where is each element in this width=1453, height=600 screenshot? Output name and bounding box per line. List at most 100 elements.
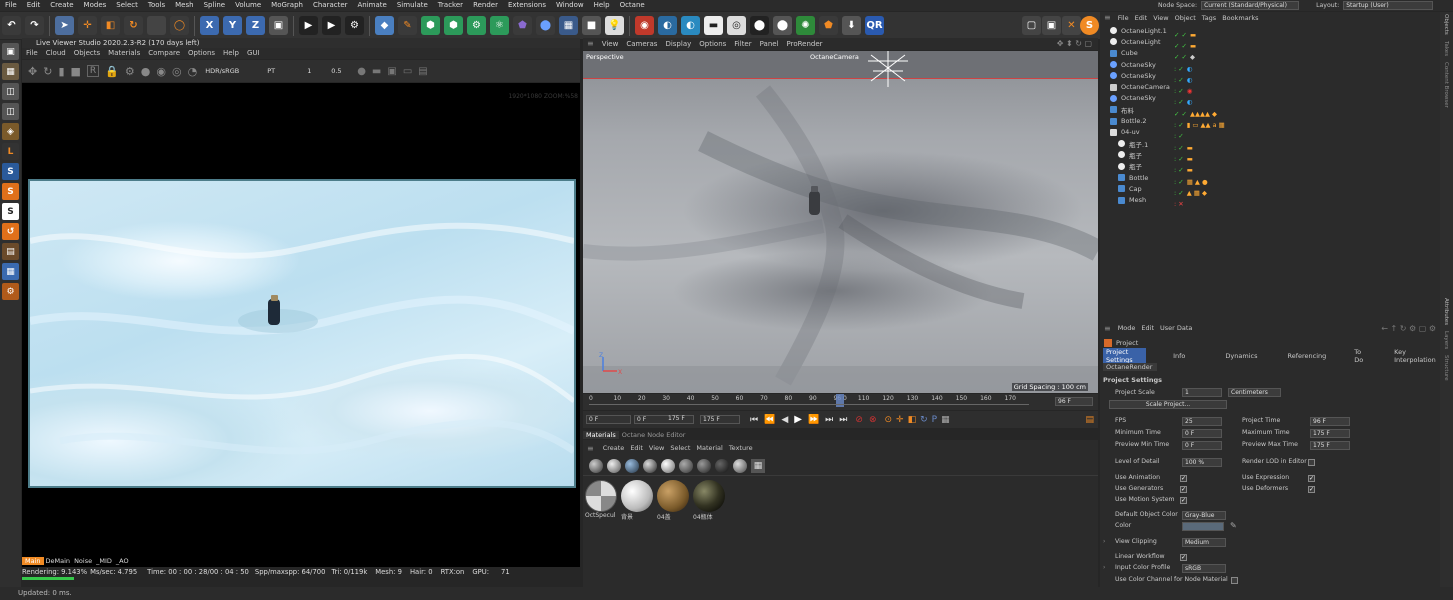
lock-icon[interactable]: 🔒: [105, 65, 119, 78]
floor-icon[interactable]: ▦: [559, 16, 578, 35]
scene-icon[interactable]: ⬤: [536, 16, 555, 35]
scale-key-icon[interactable]: ◧: [908, 415, 917, 425]
kernel-select[interactable]: PT: [265, 66, 303, 77]
tab-octane-render[interactable]: OctaneRender: [1103, 363, 1157, 371]
visibility-tags[interactable]: : ✕: [1174, 198, 1294, 209]
stack-icon[interactable]: ▤: [418, 66, 427, 77]
stop-icon[interactable]: ■: [71, 65, 81, 78]
octane-glossy-icon[interactable]: ⬤: [773, 16, 792, 35]
pass-tab-noise[interactable]: Noise: [72, 557, 94, 565]
field-icon[interactable]: ⬟: [513, 16, 532, 35]
mat-menu-create[interactable]: Create: [600, 444, 628, 452]
material-item[interactable]: OctSpecul: [585, 480, 619, 519]
octane-import-icon[interactable]: ⬇: [842, 16, 861, 35]
texture-mode-icon[interactable]: ▦: [2, 63, 19, 80]
lv-menu-options[interactable]: Options: [184, 48, 219, 59]
om-menu-file[interactable]: File: [1115, 14, 1132, 22]
render-settings-icon[interactable]: ⚙: [345, 16, 364, 35]
vp-menu-options[interactable]: Options: [695, 38, 730, 50]
lv-menu-help[interactable]: Help: [219, 48, 243, 59]
material-handle-icon[interactable]: ≡: [587, 444, 594, 453]
am-handle-icon[interactable]: ≡: [1104, 324, 1111, 333]
layout-toggle-icon[interactable]: ▢: [1022, 16, 1041, 35]
octane-blend-icon[interactable]: [715, 458, 729, 473]
vp-menu-display[interactable]: Display: [661, 38, 695, 50]
snap-s3-icon[interactable]: S: [2, 203, 19, 220]
menu-help[interactable]: Help: [589, 0, 615, 11]
menu-mesh[interactable]: Mesh: [170, 0, 198, 11]
preview-max-field[interactable]: 175 F: [1310, 441, 1350, 450]
pla-key-icon[interactable]: ▦: [941, 415, 950, 425]
editor-viewport[interactable]: Perspective OctaneCamera Z X Grid Spacin…: [583, 51, 1098, 393]
visibility-tags[interactable]: : ✓ ▮ ▭ ▲▲ a ▦: [1174, 119, 1294, 130]
menu-animate[interactable]: Animate: [353, 0, 392, 11]
picture-viewer-icon[interactable]: ▣: [1042, 16, 1061, 35]
region-render-icon[interactable]: R: [86, 65, 100, 77]
timeline-ruler[interactable]: 010203040506070809096 011012013014015016…: [583, 394, 1098, 410]
octane-targetlight-icon[interactable]: ◎: [727, 16, 746, 35]
render-picture-icon[interactable]: ▶: [322, 16, 341, 35]
menu-extensions[interactable]: Extensions: [503, 0, 551, 11]
material-item[interactable]: 04盖: [657, 480, 691, 521]
visibility-tags[interactable]: ✓ ✓ ▲▲▲▲ ◆: [1174, 108, 1294, 119]
eyedropper-icon[interactable]: ✎: [1230, 521, 1237, 530]
visibility-tags[interactable]: : ✓ ◐: [1174, 74, 1294, 85]
menu-file[interactable]: File: [0, 0, 22, 11]
lv-menu-objects[interactable]: Objects: [70, 48, 104, 59]
octane-vdb-icon[interactable]: ⬟: [819, 16, 838, 35]
mat-menu-select[interactable]: Select: [667, 444, 693, 452]
focus-pick-icon[interactable]: ◎: [172, 65, 182, 78]
om-menu-edit[interactable]: Edit: [1132, 14, 1151, 22]
tab-todo[interactable]: To Do: [1351, 348, 1371, 364]
move-icon[interactable]: ✛: [78, 16, 97, 35]
menu-edit[interactable]: Edit: [22, 0, 46, 11]
save-image-icon[interactable]: ▣: [387, 66, 396, 77]
snap-s1-icon[interactable]: S: [2, 163, 19, 180]
om-menu-tags[interactable]: Tags: [1199, 14, 1219, 22]
octane-daylight-icon[interactable]: ◐: [658, 16, 677, 35]
timeline-playhead[interactable]: [836, 394, 844, 407]
collapse-icon[interactable]: ✕: [1062, 16, 1081, 35]
redo-icon[interactable]: ↷: [25, 16, 44, 35]
pass-tab-ao[interactable]: _AO: [114, 557, 131, 565]
menu-tools[interactable]: Tools: [143, 0, 170, 11]
viewport-handle-icon[interactable]: ≡: [583, 38, 598, 50]
expand-arrow-icon[interactable]: ›: [1103, 564, 1105, 571]
rotation-key-icon[interactable]: ↻: [920, 415, 928, 425]
tab-project-settings[interactable]: Project Settings: [1103, 348, 1147, 364]
mat-menu-texture[interactable]: Texture: [726, 444, 756, 452]
visibility-tags[interactable]: : ✓: [1174, 131, 1294, 142]
color-swatch[interactable]: [1182, 522, 1224, 531]
x-axis-icon[interactable]: X: [200, 16, 219, 35]
lv-menu-compare[interactable]: Compare: [144, 48, 184, 59]
octane-toon-icon[interactable]: [679, 458, 693, 473]
cube-icon[interactable]: ◆: [375, 16, 394, 35]
octane-metal-icon[interactable]: [661, 458, 675, 473]
lv-menu-gui[interactable]: GUI: [243, 48, 264, 59]
undo-icon[interactable]: ↶: [2, 16, 21, 35]
world-coords-icon[interactable]: ▣: [269, 16, 288, 35]
goto-end-icon[interactable]: ⏭: [839, 415, 847, 425]
white-balance-icon[interactable]: ◔: [188, 65, 198, 78]
vp-menu-prorender[interactable]: ProRender: [783, 38, 827, 50]
octane-hdri-icon[interactable]: ◐: [681, 16, 700, 35]
mat-menu-view[interactable]: View: [646, 444, 667, 452]
preview-min-field[interactable]: 0 F: [1182, 441, 1222, 450]
use-animation-checkbox[interactable]: ✓: [1180, 475, 1187, 482]
viewport-nav-icons[interactable]: ✥ ⬍ ↻ ▢: [1053, 38, 1098, 50]
scale-icon[interactable]: ◧: [101, 16, 120, 35]
prev-frame-icon[interactable]: ◀: [781, 415, 788, 425]
tab-info[interactable]: Info: [1170, 352, 1188, 360]
node-space-select[interactable]: Current (Standard/Physical): [1201, 1, 1300, 10]
material-item[interactable]: 04瓶体: [693, 480, 727, 521]
rtab-objects[interactable]: Objects: [1443, 14, 1449, 35]
visibility-tags[interactable]: : ✓ ◐: [1174, 97, 1294, 108]
reset-icon[interactable]: ↻: [43, 65, 52, 78]
tab-key-interpolation[interactable]: Key Interpolation: [1391, 348, 1440, 364]
qr-icon[interactable]: QR: [865, 16, 884, 35]
visibility-tags[interactable]: : ✓ ▲ ▦ ◆: [1174, 187, 1294, 198]
pass-tab-main[interactable]: Main: [22, 557, 44, 565]
goto-start-icon[interactable]: ⏮: [750, 415, 758, 425]
om-menu-object[interactable]: Object: [1172, 14, 1199, 22]
visibility-tags[interactable]: : ✓ ▬: [1174, 142, 1294, 153]
